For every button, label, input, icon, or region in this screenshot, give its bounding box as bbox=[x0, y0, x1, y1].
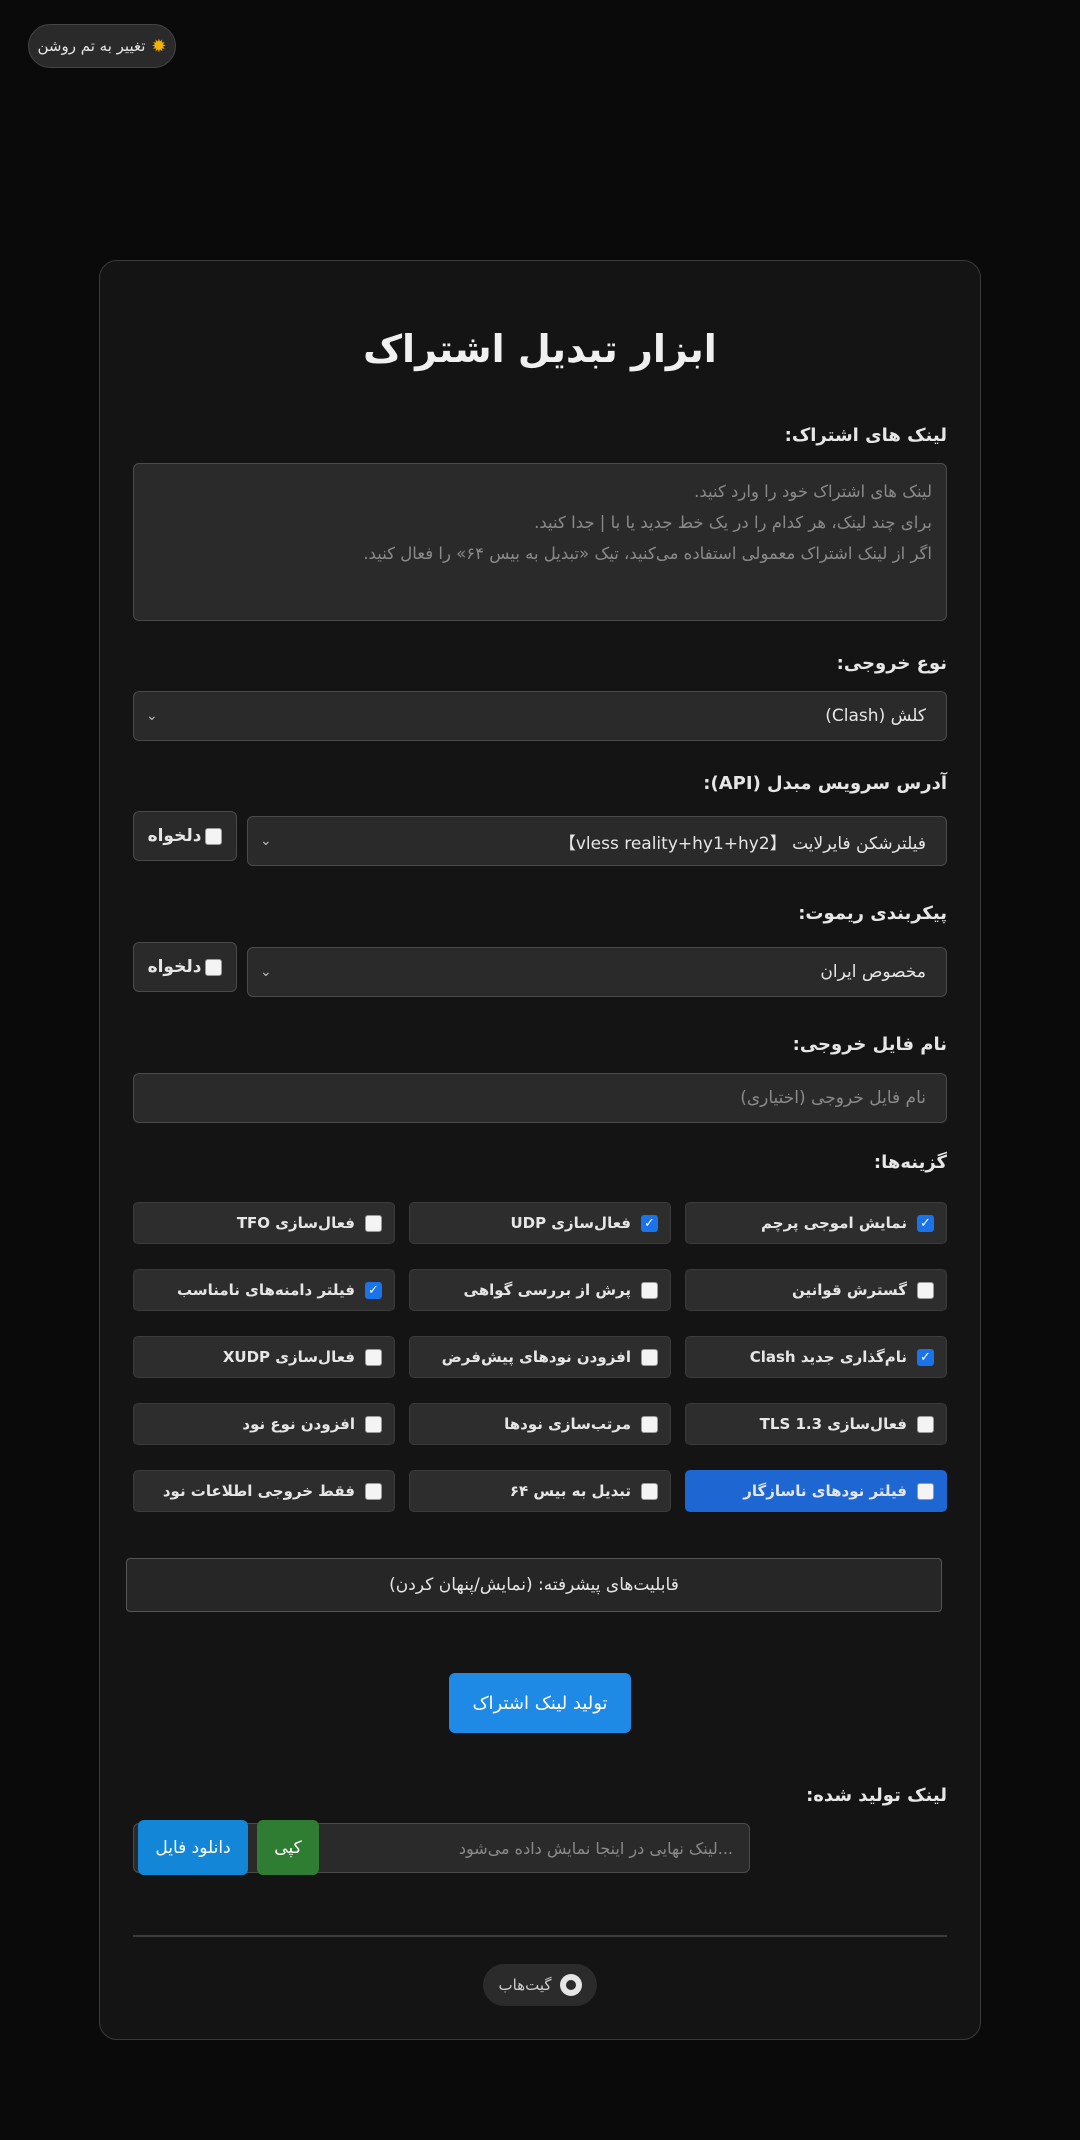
option-new-clash-naming[interactable]: ✓ نام‌گذاری جدید Clash bbox=[685, 1336, 947, 1378]
option-label: فعال‌سازی XUDP bbox=[222, 1348, 355, 1366]
generated-label: لینک تولید شده: bbox=[806, 1785, 947, 1806]
option-label: فقط خروجی اطلاعات نود bbox=[162, 1482, 355, 1500]
options-label: گزینه‌ها: bbox=[873, 1152, 947, 1173]
option-xudp[interactable]: فعال‌سازی XUDP bbox=[133, 1336, 395, 1378]
option-label: تبدیل به بیس ۶۴ bbox=[509, 1482, 631, 1500]
checkbox-checked[interactable]: ✓ bbox=[641, 1214, 658, 1232]
option-skip-cert[interactable]: پرش از بررسی گواهی bbox=[409, 1269, 671, 1311]
copy-button[interactable]: کپی bbox=[257, 1820, 319, 1875]
checkbox[interactable] bbox=[641, 1281, 658, 1299]
option-label: مرتب‌سازی نودها bbox=[504, 1415, 631, 1433]
checkbox-checked[interactable]: ✓ bbox=[365, 1281, 382, 1299]
checkbox-checked[interactable]: ✓ bbox=[917, 1214, 934, 1232]
remote-value: مخصوص ایران bbox=[820, 962, 926, 982]
subscription-textarea[interactable]: لینک های اشتراک خود را وارد کنید. برای چ… bbox=[133, 463, 947, 621]
generated-link-placeholder: ...لینک نهایی در اینجا نمایش داده می‌شود bbox=[458, 1838, 733, 1858]
page-title: ابزار تبدیل اشتراک bbox=[363, 327, 717, 371]
github-label: گیت‌هاب bbox=[498, 1976, 552, 1994]
checkbox[interactable] bbox=[365, 1415, 382, 1433]
placeholder-line-3: اگر از لینک اشتراک معمولی استفاده می‌کنی… bbox=[363, 544, 932, 563]
option-udp[interactable]: ✓ فعال‌سازی UDP bbox=[409, 1202, 671, 1244]
checkbox[interactable] bbox=[641, 1348, 658, 1366]
option-expand-rules[interactable]: گسترش قوانین bbox=[685, 1269, 947, 1311]
option-tls13[interactable]: فعال‌سازی TLS 1.3 bbox=[685, 1403, 947, 1445]
chevron-down-icon: ⌄ bbox=[260, 833, 272, 849]
api-value: فیلترشکن فایرلایت 【vless reality+hy1+hy2… bbox=[558, 833, 926, 854]
chevron-down-icon: ⌄ bbox=[146, 708, 158, 724]
checkbox[interactable] bbox=[365, 1214, 382, 1232]
remote-select[interactable]: مخصوص ایران ⌄ bbox=[247, 947, 947, 997]
option-label: نام‌گذاری جدید Clash bbox=[749, 1348, 907, 1366]
divider bbox=[133, 1935, 947, 1937]
option-default-nodes[interactable]: افزودن نودهای پیش‌فرض bbox=[409, 1336, 671, 1378]
option-sort-nodes[interactable]: مرتب‌سازی نودها bbox=[409, 1403, 671, 1445]
github-link[interactable]: گیت‌هاب bbox=[483, 1964, 597, 2006]
checkbox[interactable] bbox=[365, 1482, 382, 1500]
option-filter-domains[interactable]: ✓ فیلتر دامنه‌های نامناسب bbox=[133, 1269, 395, 1311]
output-type-label: نوع خروجی: bbox=[836, 653, 947, 674]
subscription-label: لینک های اشتراک: bbox=[784, 425, 947, 446]
checkbox[interactable] bbox=[917, 1482, 934, 1500]
download-button[interactable]: دانلود فایل bbox=[138, 1820, 248, 1875]
filename-placeholder: نام فایل خروجی (اختیاری) bbox=[740, 1088, 926, 1108]
theme-toggle-button[interactable]: ✹ تغییر به تم روشن bbox=[28, 24, 176, 68]
filename-input[interactable]: نام فایل خروجی (اختیاری) bbox=[133, 1073, 947, 1123]
github-icon bbox=[559, 1974, 582, 1996]
remote-custom-label: دلخواه bbox=[147, 957, 202, 977]
chevron-down-icon: ⌄ bbox=[260, 964, 272, 980]
output-type-select[interactable]: کلش (Clash) ⌄ bbox=[133, 691, 947, 741]
option-filter-incompatible[interactable]: فیلتر نودهای ناسازگار bbox=[685, 1470, 947, 1512]
option-tfo[interactable]: فعال‌سازی TFO bbox=[133, 1202, 395, 1244]
api-label: آدرس سرویس مبدل (API): bbox=[703, 773, 947, 794]
remote-label: پیکربندی ریموت: bbox=[798, 903, 947, 924]
advanced-toggle-button[interactable]: قابلیت‌های پیشرفته: (نمایش/پنهان کردن) bbox=[126, 1558, 942, 1612]
theme-toggle-label: تغییر به تم روشن bbox=[37, 37, 146, 55]
checkbox[interactable] bbox=[641, 1482, 658, 1500]
option-label: گسترش قوانین bbox=[792, 1281, 907, 1299]
option-add-node-type[interactable]: افزودن نوع نود bbox=[133, 1403, 395, 1445]
option-label: فعال‌سازی TLS 1.3 bbox=[759, 1415, 907, 1433]
checkbox-checked[interactable]: ✓ bbox=[917, 1348, 934, 1366]
option-label: فیلتر دامنه‌های نامناسب bbox=[176, 1281, 355, 1299]
checkbox[interactable] bbox=[917, 1281, 934, 1299]
option-flag-emoji[interactable]: ✓ نمایش اموجی پرچم bbox=[685, 1202, 947, 1244]
option-label: فیلتر نودهای ناسازگار bbox=[743, 1482, 907, 1500]
filename-label: نام فایل خروجی: bbox=[792, 1034, 947, 1055]
api-custom-checkbox[interactable] bbox=[205, 827, 223, 845]
sun-icon: ✹ bbox=[151, 35, 167, 57]
option-label: پرش از بررسی گواهی bbox=[463, 1281, 631, 1299]
option-label: فعال‌سازی TFO bbox=[236, 1214, 355, 1232]
placeholder-line-1: لینک های اشتراک خود را وارد کنید. bbox=[694, 482, 932, 501]
option-base64[interactable]: تبدیل به بیس ۶۴ bbox=[409, 1470, 671, 1512]
checkbox[interactable] bbox=[917, 1415, 934, 1433]
generate-button[interactable]: تولید لینک اشتراک bbox=[449, 1673, 631, 1733]
api-custom-label: دلخواه bbox=[147, 826, 202, 846]
remote-custom-checkbox[interactable] bbox=[205, 958, 223, 976]
remote-custom-toggle[interactable]: دلخواه bbox=[133, 942, 237, 992]
output-type-value: کلش (Clash) bbox=[825, 706, 926, 726]
api-select[interactable]: فیلترشکن فایرلایت 【vless reality+hy1+hy2… bbox=[247, 816, 947, 866]
option-label: نمایش اموجی پرچم bbox=[761, 1214, 907, 1232]
checkbox[interactable] bbox=[365, 1348, 382, 1366]
api-custom-toggle[interactable]: دلخواه bbox=[133, 811, 237, 861]
option-node-info-only[interactable]: فقط خروجی اطلاعات نود bbox=[133, 1470, 395, 1512]
checkbox[interactable] bbox=[641, 1415, 658, 1433]
converter-card: ابزار تبدیل اشتراک لینک های اشتراک: لینک… bbox=[99, 260, 981, 2040]
option-label: فعال‌سازی UDP bbox=[510, 1214, 631, 1232]
option-label: افزودن نودهای پیش‌فرض bbox=[441, 1348, 631, 1366]
option-label: افزودن نوع نود bbox=[242, 1415, 355, 1433]
placeholder-line-2: برای چند لینک، هر کدام را در یک خط جدید … bbox=[534, 513, 932, 532]
